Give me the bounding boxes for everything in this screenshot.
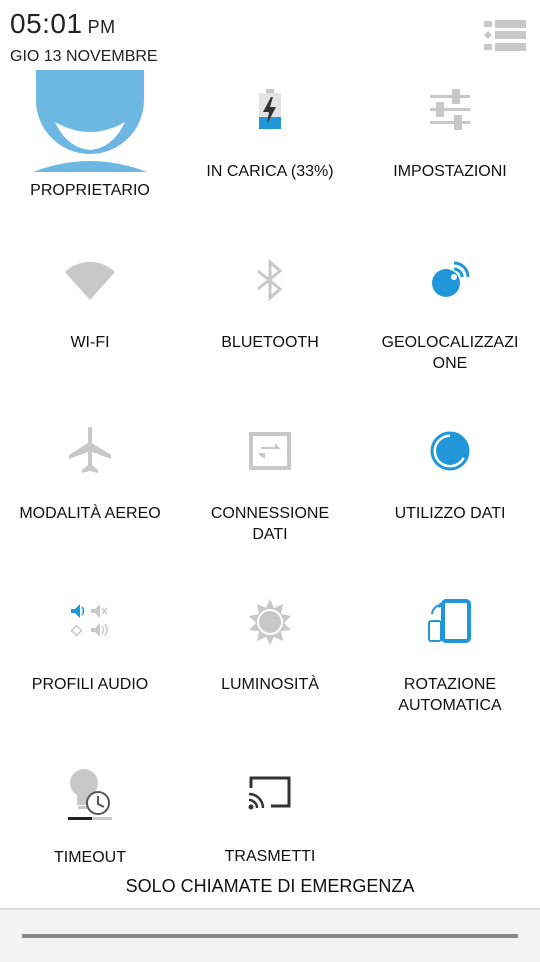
tile-location[interactable]: GEOLOCALIZZAZI ONE: [360, 241, 540, 412]
tile-auto-rotate[interactable]: ROTAZIONE AUTOMATICA: [360, 583, 540, 754]
tile-data-connection-label-line2: DATI: [252, 526, 288, 543]
tile-data-connection-label-line1: CONNESSIONE: [210, 505, 330, 522]
tile-bluetooth[interactable]: BLUETOOTH: [180, 241, 360, 412]
data-connection-icon: [180, 428, 360, 474]
clock[interactable]: 05:01 PM: [10, 8, 116, 40]
tile-data-usage[interactable]: UTILIZZO DATI: [360, 412, 540, 583]
tile-data-usage-label: UTILIZZO DATI: [394, 505, 506, 522]
settings-sliders-icon: [360, 86, 540, 132]
tile-location-label-line2: ONE: [432, 355, 468, 372]
tile-audio-profiles-label: PROFILI AUDIO: [31, 676, 149, 693]
wifi-icon: [0, 257, 180, 303]
tile-brightness[interactable]: LUMINOSITÀ: [180, 583, 360, 754]
audio-profiles-icon: [0, 597, 180, 647]
tile-settings-label: IMPOSTAZIONI: [393, 163, 507, 180]
emergency-calls-only: SOLO CHIAMATE DI EMERGENZA: [125, 876, 415, 896]
tile-auto-rotate-label: ROTAZIONE AUTOMATICA: [360, 674, 540, 716]
tile-brightness-label: LUMINOSITÀ: [221, 676, 319, 693]
user-avatar-icon: [0, 70, 180, 172]
tile-auto-rotate-label-line1: ROTAZIONE: [403, 676, 497, 693]
tile-bluetooth-label: BLUETOOTH: [221, 334, 319, 351]
panel-bottom: [0, 908, 540, 962]
tile-settings[interactable]: IMPOSTAZIONI: [360, 70, 540, 241]
tile-cast-label: TRASMETTI: [224, 848, 316, 865]
location-icon: [360, 257, 540, 303]
date-label[interactable]: GIO 13 NOVEMBRE: [10, 48, 158, 66]
tile-timeout-label: TIMEOUT: [54, 849, 126, 866]
tile-data-connection-label: CONNESSIONE DATI: [180, 503, 360, 545]
brightness-icon: [180, 597, 360, 647]
data-usage-icon: [360, 428, 540, 474]
drag-handle[interactable]: [22, 934, 518, 938]
cast-icon: [180, 770, 360, 816]
tile-owner[interactable]: PROPRIETARIO: [0, 70, 180, 241]
tile-wifi-label: WI-FI: [70, 334, 110, 351]
auto-rotate-icon: [360, 595, 540, 647]
tile-location-label: GEOLOCALIZZAZI ONE: [360, 332, 540, 374]
battery-charging-icon: [180, 86, 360, 132]
tile-battery[interactable]: IN CARICA (33%): [180, 70, 360, 241]
clock-ampm: PM: [87, 17, 116, 37]
tile-battery-label: IN CARICA (33%): [206, 163, 334, 180]
bluetooth-icon: [180, 257, 360, 303]
airplane-icon: [0, 424, 180, 476]
status-header: 05:01 PM GIO 13 NOVEMBRE: [0, 0, 540, 70]
tile-owner-label: PROPRIETARIO: [30, 182, 150, 199]
timeout-icon: [0, 766, 180, 824]
tile-data-connection[interactable]: CONNESSIONE DATI: [180, 412, 360, 583]
tile-audio-profiles[interactable]: PROFILI AUDIO: [0, 583, 180, 754]
clock-time: 05:01: [10, 8, 83, 39]
tile-wifi[interactable]: WI-FI: [0, 241, 180, 412]
tile-auto-rotate-label-line2: AUTOMATICA: [398, 697, 502, 714]
list-view-icon[interactable]: [482, 18, 528, 56]
tile-airplane-label: MODALITÀ AEREO: [19, 505, 161, 522]
tile-timeout[interactable]: TIMEOUT: [0, 754, 180, 925]
tile-airplane[interactable]: MODALITÀ AEREO: [0, 412, 180, 583]
tile-cast[interactable]: TRASMETTI: [180, 754, 360, 925]
tile-location-label-line1: GEOLOCALIZZAZI: [381, 334, 519, 351]
